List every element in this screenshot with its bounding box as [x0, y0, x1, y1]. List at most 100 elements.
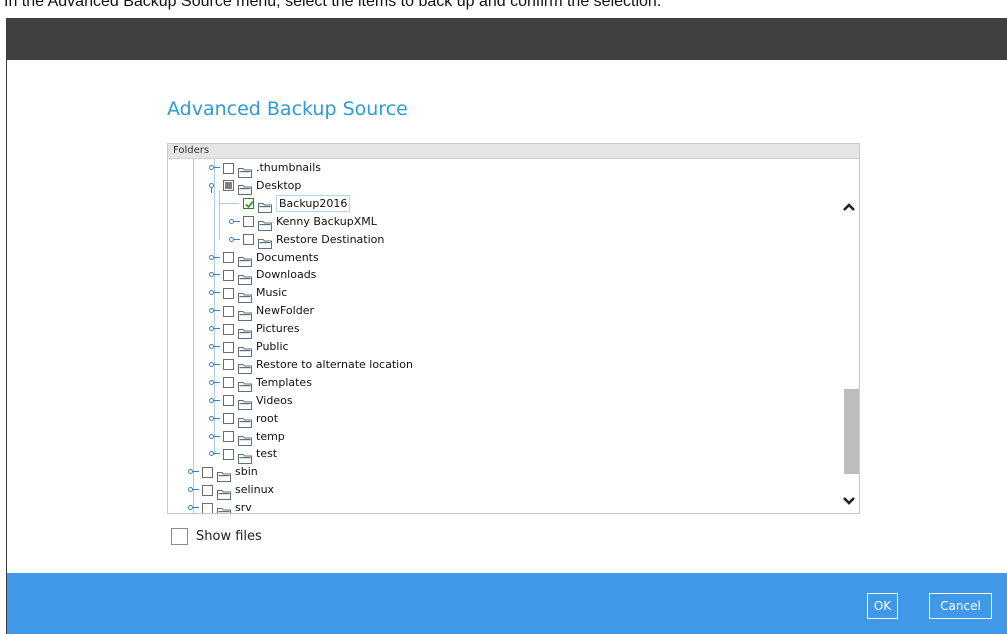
tree-node-label: srv	[235, 501, 252, 514]
folder-tree: .thumbnails Desktop Backup2016 Kenny Backup…	[168, 159, 838, 514]
tree-node[interactable]: NewFolder	[208, 302, 314, 321]
tree-node[interactable]: root	[208, 410, 279, 429]
tree-node-checkbox[interactable]	[223, 395, 234, 407]
tree-node-checkbox[interactable]	[223, 431, 234, 442]
tree-node-checkbox[interactable]	[243, 198, 254, 210]
tree-leaf-connector	[219, 195, 240, 213]
tree-node[interactable]: Pictures	[208, 320, 300, 339]
folder-icon	[258, 216, 272, 232]
expand-toggle-icon[interactable]	[208, 445, 220, 463]
tree-node[interactable]: sbin	[187, 463, 258, 482]
tree-node-label: Pictures	[256, 322, 300, 336]
tree-node-checkbox[interactable]	[223, 359, 234, 371]
tree-node-checkbox[interactable]	[202, 484, 213, 496]
expand-toggle-icon[interactable]	[228, 213, 240, 231]
tree-node[interactable]: Documents	[208, 249, 319, 267]
tree-node-label: Templates	[256, 375, 312, 389]
expand-toggle-icon[interactable]	[208, 177, 220, 195]
tree-node-checkbox[interactable]	[223, 377, 234, 389]
tree-node[interactable]: Templates	[208, 374, 312, 393]
expand-toggle-icon[interactable]	[187, 463, 199, 481]
tree-node-checkbox[interactable]	[223, 269, 234, 281]
tree-node[interactable]: Downloads	[208, 266, 317, 285]
chevron-up-icon[interactable]	[842, 197, 856, 211]
dialog-title: Advanced Backup Source	[167, 98, 408, 120]
expand-toggle-icon[interactable]	[208, 249, 220, 267]
tree-scrollbar[interactable]	[838, 159, 859, 513]
expand-toggle-icon[interactable]	[208, 266, 220, 284]
tree-node-label: test	[256, 447, 278, 461]
dialog-footer	[7, 573, 1007, 634]
folder-icon	[238, 377, 252, 393]
window-title-bar	[7, 18, 1007, 60]
tree-node-label: selinux	[235, 483, 275, 497]
folder-icon	[238, 449, 252, 464]
folder-icon	[238, 306, 252, 321]
folder-icon	[238, 270, 252, 285]
expand-toggle-icon[interactable]	[208, 374, 220, 392]
folder-icon	[238, 413, 252, 429]
tree-node-checkbox[interactable]	[223, 305, 234, 317]
tree-node[interactable]: Restore Destination	[228, 231, 384, 250]
tree-node[interactable]: Backup2016	[219, 195, 351, 214]
expand-toggle-icon[interactable]	[208, 159, 220, 177]
tree-node[interactable]: Public	[208, 338, 289, 357]
cancel-button[interactable]: Cancel	[929, 593, 992, 619]
expand-toggle-icon[interactable]	[208, 302, 220, 320]
instruction-text-strip: In the Advanced Backup Source menu, sele…	[0, 0, 1007, 18]
tree-node-label: Downloads	[256, 268, 317, 282]
expand-toggle-icon[interactable]	[187, 499, 199, 513]
tree-node-checkbox[interactable]	[202, 502, 213, 513]
tree-node-checkbox[interactable]	[223, 413, 234, 425]
expand-toggle-icon[interactable]	[208, 410, 220, 428]
folder-icon	[238, 395, 252, 411]
folder-icon	[238, 431, 252, 446]
show-files-label: Show files	[196, 529, 262, 544]
tree-node-checkbox[interactable]	[202, 466, 213, 478]
tree-node-label: .thumbnails	[256, 161, 322, 174]
expand-toggle-icon[interactable]	[187, 481, 199, 499]
expand-toggle-icon[interactable]	[208, 320, 220, 338]
tree-node[interactable]: temp	[208, 428, 285, 446]
folder-icon	[238, 288, 252, 303]
expand-toggle-icon[interactable]	[228, 231, 240, 249]
folder-icon	[217, 467, 231, 482]
expand-toggle-icon[interactable]	[208, 338, 220, 356]
tree-node-label: Music	[256, 286, 288, 300]
expand-toggle-icon[interactable]	[208, 284, 220, 302]
chevron-down-icon[interactable]	[842, 491, 856, 505]
tree-node[interactable]: Videos	[208, 392, 293, 411]
ok-button[interactable]: OK	[867, 593, 898, 619]
folder-icon	[238, 180, 252, 196]
expand-toggle-icon[interactable]	[208, 356, 220, 374]
tree-node-checkbox[interactable]	[223, 287, 234, 299]
tree-node-checkbox[interactable]	[243, 234, 254, 246]
tree-node-checkbox[interactable]	[223, 323, 234, 335]
tree-node[interactable]: Desktop	[208, 177, 302, 196]
show-files-checkbox[interactable]	[171, 528, 188, 545]
tree-node-label: root	[256, 411, 279, 425]
tree-node-checkbox[interactable]	[243, 216, 254, 228]
expand-toggle-icon[interactable]	[208, 392, 220, 410]
tree-node-checkbox[interactable]	[223, 180, 234, 192]
tree-node-label: Desktop	[256, 178, 302, 192]
scrollbar-thumb[interactable]	[844, 389, 859, 474]
tree-node-checkbox[interactable]	[223, 448, 234, 460]
tree-node[interactable]: srv	[187, 499, 252, 514]
show-files-option[interactable]: Show files	[171, 528, 262, 545]
tree-node-checkbox[interactable]	[223, 252, 234, 263]
tree-node[interactable]: test	[208, 445, 278, 464]
expand-toggle-icon[interactable]	[208, 428, 220, 446]
tree-node[interactable]: Music	[208, 284, 288, 303]
tree-node-label: Kenny BackupXML	[276, 214, 377, 228]
tree-node[interactable]: Restore to alternate location	[208, 356, 413, 375]
tree-guide-line	[219, 189, 220, 240]
tree-node-label: Public	[256, 340, 289, 353]
tree-node-checkbox[interactable]	[223, 162, 234, 174]
tree-column-header: Folders	[168, 144, 859, 159]
tree-node-label: Restore to alternate location	[256, 357, 413, 371]
tree-node-checkbox[interactable]	[223, 341, 234, 353]
tree-node[interactable]: .thumbnails	[208, 159, 322, 178]
tree-node[interactable]: selinux	[187, 481, 275, 500]
tree-node[interactable]: Kenny BackupXML	[228, 213, 377, 232]
